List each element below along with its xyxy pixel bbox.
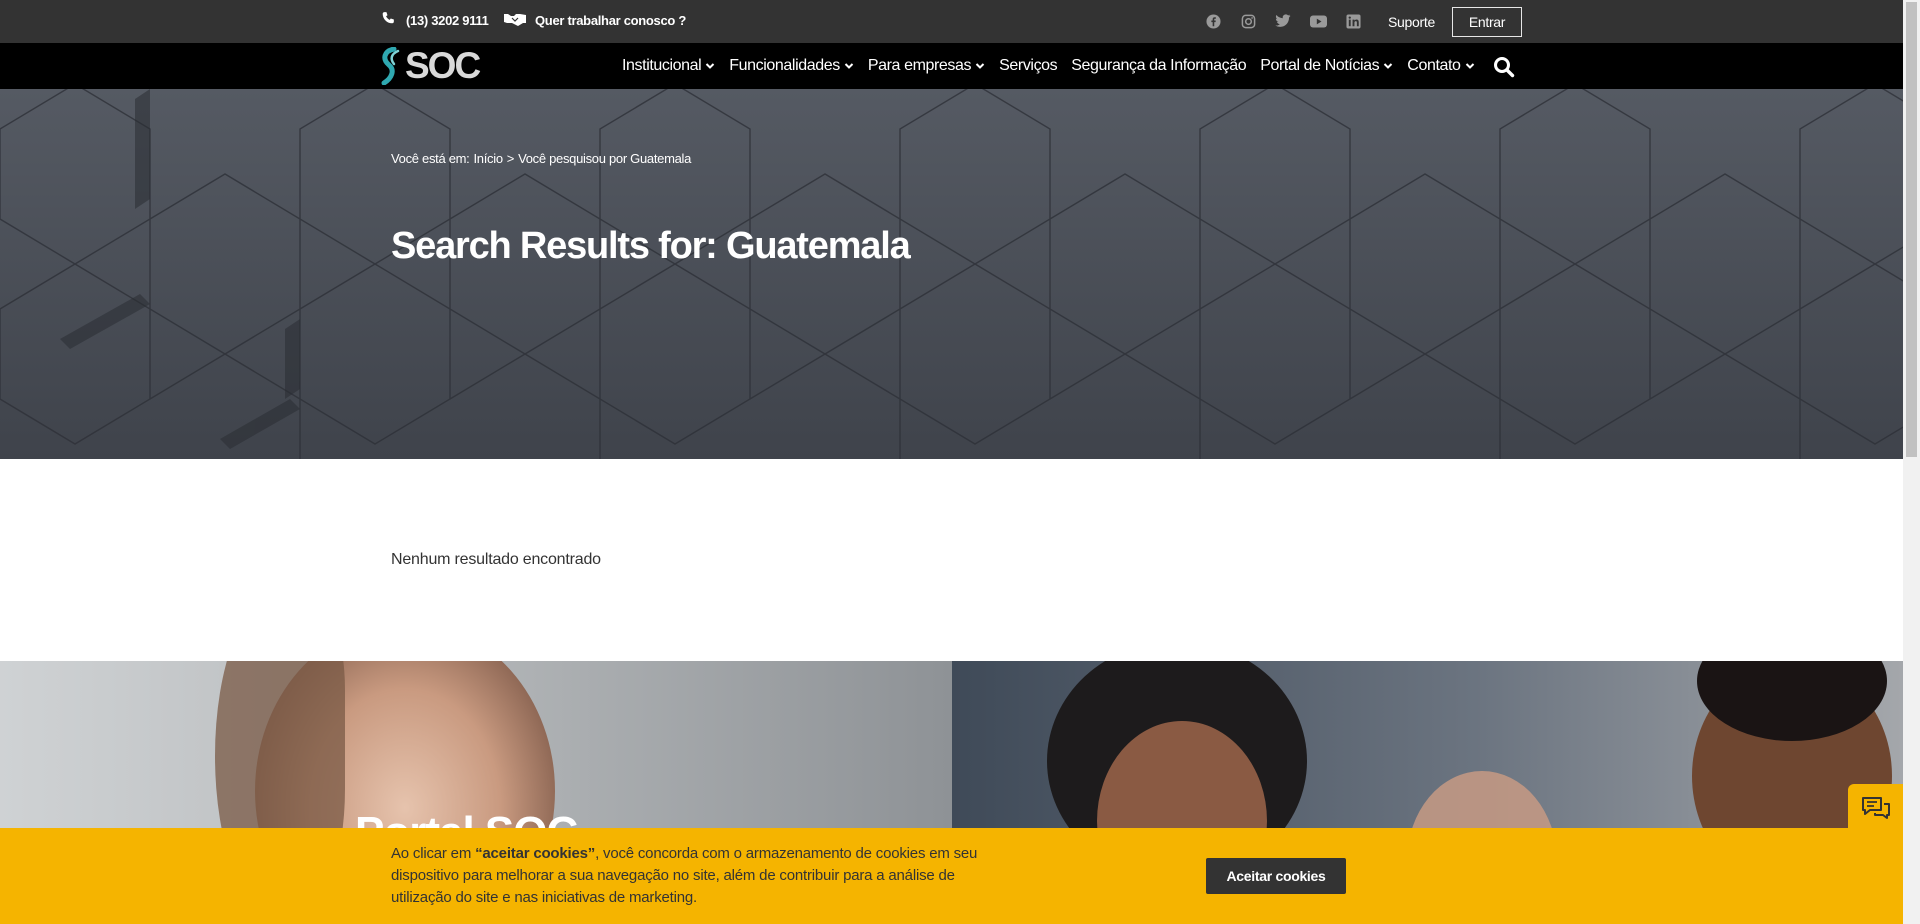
cookie-banner: Ao clicar em “aceitar cookies”, você con… bbox=[0, 828, 1903, 924]
scrollbar[interactable] bbox=[1903, 0, 1920, 924]
main-nav: SOC Institucional Funcionalidades Para e… bbox=[0, 43, 1903, 89]
soc-logo[interactable]: SOC bbox=[380, 45, 481, 86]
work-with-us-link[interactable]: Quer trabalhar conosco ? bbox=[503, 11, 686, 30]
accept-cookies-button[interactable]: Aceitar cookies bbox=[1206, 858, 1346, 894]
social-links bbox=[1204, 12, 1362, 30]
nav-item-label: Segurança da Informação bbox=[1071, 57, 1247, 74]
cookie-text-part: Ao clicar em bbox=[391, 845, 476, 862]
breadcrumb-prefix: Você está em: bbox=[391, 151, 470, 166]
nav-item-seguranca[interactable]: Segurança da Informação bbox=[1071, 57, 1246, 75]
cookie-text-bold: “aceitar cookies” bbox=[475, 845, 596, 862]
nav-menu: Institucional Funcionalidades Para empre… bbox=[622, 43, 1475, 89]
nav-item-label: Para empresas bbox=[867, 57, 972, 74]
breadcrumb-home-link[interactable]: Início bbox=[473, 151, 503, 166]
nav-item-label: Institucional bbox=[622, 57, 702, 74]
nav-item-portal-noticias[interactable]: Portal de Notícias bbox=[1260, 57, 1393, 75]
handshake-icon bbox=[503, 11, 527, 30]
cookie-message: Ao clicar em “aceitar cookies”, você con… bbox=[391, 843, 1011, 909]
nav-item-label: Portal de Notícias bbox=[1260, 57, 1380, 74]
nav-item-servicos[interactable]: Serviços bbox=[999, 57, 1058, 75]
phone-number: (13) 3202 9111 bbox=[406, 12, 489, 28]
phone-link[interactable]: (13) 3202 9111 bbox=[381, 11, 489, 29]
chevron-down-icon bbox=[844, 63, 854, 69]
logo-text: SOC bbox=[405, 45, 481, 86]
work-with-us-label: Quer trabalhar conosco ? bbox=[535, 13, 687, 28]
no-results-message: Nenhum resultado encontrado bbox=[391, 551, 601, 568]
chevron-down-icon bbox=[975, 63, 985, 69]
hexagon-pattern-background bbox=[0, 89, 1903, 459]
linkedin-icon[interactable] bbox=[1344, 12, 1362, 30]
nav-item-funcionalidades[interactable]: Funcionalidades bbox=[729, 57, 854, 75]
page-title: Search Results for: Guatemala bbox=[391, 225, 911, 267]
nav-item-label: Funcionalidades bbox=[729, 57, 840, 74]
hero-banner: Você está em: Início > Você pesquisou po… bbox=[0, 89, 1903, 459]
youtube-icon[interactable] bbox=[1309, 12, 1327, 30]
logo-wave-icon bbox=[381, 47, 400, 85]
nav-item-para-empresas[interactable]: Para empresas bbox=[868, 57, 985, 75]
chat-button[interactable] bbox=[1848, 784, 1903, 834]
scrollbar-thumb[interactable] bbox=[1906, 2, 1917, 457]
login-button[interactable]: Entrar bbox=[1452, 7, 1522, 37]
chevron-down-icon bbox=[1384, 63, 1393, 69]
search-icon[interactable] bbox=[1493, 56, 1515, 78]
breadcrumb-current: Você pesquisou por Guatemala bbox=[518, 151, 692, 166]
facebook-icon[interactable] bbox=[1204, 12, 1222, 30]
chevron-down-icon bbox=[706, 63, 715, 69]
twitter-icon[interactable] bbox=[1274, 12, 1292, 30]
nav-item-label: Serviços bbox=[999, 57, 1058, 74]
page: (13) 3202 9111 Quer trabalhar conosco ? bbox=[0, 0, 1903, 924]
breadcrumb-separator: > bbox=[506, 151, 515, 166]
breadcrumb: Você está em: Início > Você pesquisou po… bbox=[391, 151, 691, 166]
instagram-icon[interactable] bbox=[1239, 12, 1257, 30]
nav-item-contato[interactable]: Contato bbox=[1407, 57, 1474, 75]
phone-icon bbox=[381, 11, 396, 29]
top-bar: (13) 3202 9111 Quer trabalhar conosco ? bbox=[0, 0, 1903, 43]
support-link[interactable]: Suporte bbox=[1388, 14, 1435, 30]
nav-item-institucional[interactable]: Institucional bbox=[622, 57, 715, 75]
chat-icon bbox=[1861, 797, 1890, 819]
nav-item-label: Contato bbox=[1407, 57, 1461, 74]
chevron-down-icon bbox=[1465, 63, 1474, 69]
